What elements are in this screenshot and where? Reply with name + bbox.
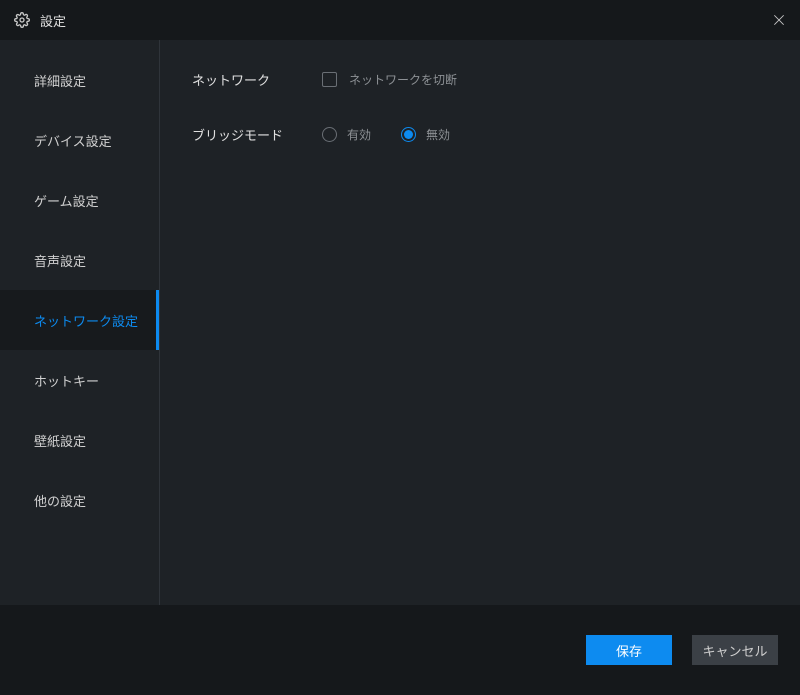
bridge-radio-disable[interactable]: 無効 [401, 126, 450, 143]
body: 詳細設定 デバイス設定 ゲーム設定 音声設定 ネットワーク設定 ホットキー 壁紙… [0, 40, 800, 605]
network-row: ネットワーク ネットワークを切断 [192, 70, 768, 89]
bridge-label: ブリッジモード [192, 125, 322, 144]
bridge-row: ブリッジモード 有効 無効 [192, 125, 768, 144]
window-title: 設定 [40, 11, 66, 30]
save-button[interactable]: 保存 [586, 635, 672, 665]
sidebar-item-label: ネットワーク設定 [34, 311, 138, 330]
titlebar-left: 設定 [14, 11, 66, 30]
sidebar-item-device[interactable]: デバイス設定 [0, 110, 159, 170]
sidebar-item-label: 壁紙設定 [34, 431, 86, 450]
checkbox-box-icon [322, 72, 337, 87]
bridge-radio-disable-label: 無効 [426, 126, 450, 143]
sidebar-item-other[interactable]: 他の設定 [0, 470, 159, 530]
footer: 保存 キャンセル [0, 605, 800, 695]
sidebar-item-audio[interactable]: 音声設定 [0, 230, 159, 290]
sidebar-item-label: デバイス設定 [34, 131, 112, 150]
network-label: ネットワーク [192, 70, 322, 89]
radio-inner-icon [404, 130, 413, 139]
sidebar-item-wallpaper[interactable]: 壁紙設定 [0, 410, 159, 470]
main-panel: ネットワーク ネットワークを切断 ブリッジモード 有効 無効 [160, 40, 800, 605]
radio-icon [401, 127, 416, 142]
disconnect-checkbox[interactable]: ネットワークを切断 [322, 71, 457, 88]
sidebar-item-label: 他の設定 [34, 491, 86, 510]
bridge-radio-enable-label: 有効 [347, 126, 371, 143]
close-icon[interactable] [772, 13, 786, 27]
disconnect-checkbox-label: ネットワークを切断 [349, 71, 457, 88]
bridge-radio-group: 有効 無効 [322, 126, 450, 143]
sidebar-item-label: 詳細設定 [34, 71, 86, 90]
cancel-button[interactable]: キャンセル [692, 635, 778, 665]
sidebar-item-hotkey[interactable]: ホットキー [0, 350, 159, 410]
gear-icon [14, 12, 30, 28]
sidebar-item-label: 音声設定 [34, 251, 86, 270]
sidebar: 詳細設定 デバイス設定 ゲーム設定 音声設定 ネットワーク設定 ホットキー 壁紙… [0, 40, 160, 605]
titlebar: 設定 [0, 0, 800, 40]
sidebar-item-label: ゲーム設定 [34, 191, 99, 210]
sidebar-item-network[interactable]: ネットワーク設定 [0, 290, 159, 350]
bridge-radio-enable[interactable]: 有効 [322, 126, 371, 143]
sidebar-item-label: ホットキー [34, 371, 99, 390]
sidebar-item-advanced[interactable]: 詳細設定 [0, 50, 159, 110]
radio-icon [322, 127, 337, 142]
sidebar-item-game[interactable]: ゲーム設定 [0, 170, 159, 230]
